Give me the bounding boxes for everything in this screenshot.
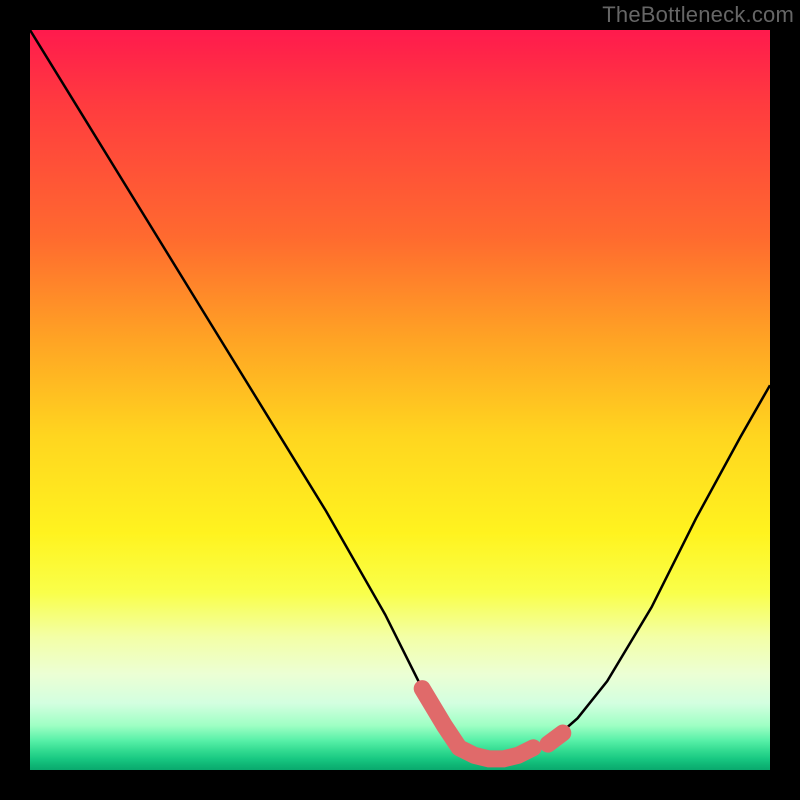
highlight-band-right — [548, 733, 563, 744]
highlight-band-left — [422, 689, 533, 759]
plot-area — [30, 30, 770, 770]
chart-frame: TheBottleneck.com — [0, 0, 800, 800]
curve-layer — [30, 30, 770, 770]
watermark-text: TheBottleneck.com — [602, 2, 794, 28]
bottleneck-curve — [30, 30, 770, 759]
